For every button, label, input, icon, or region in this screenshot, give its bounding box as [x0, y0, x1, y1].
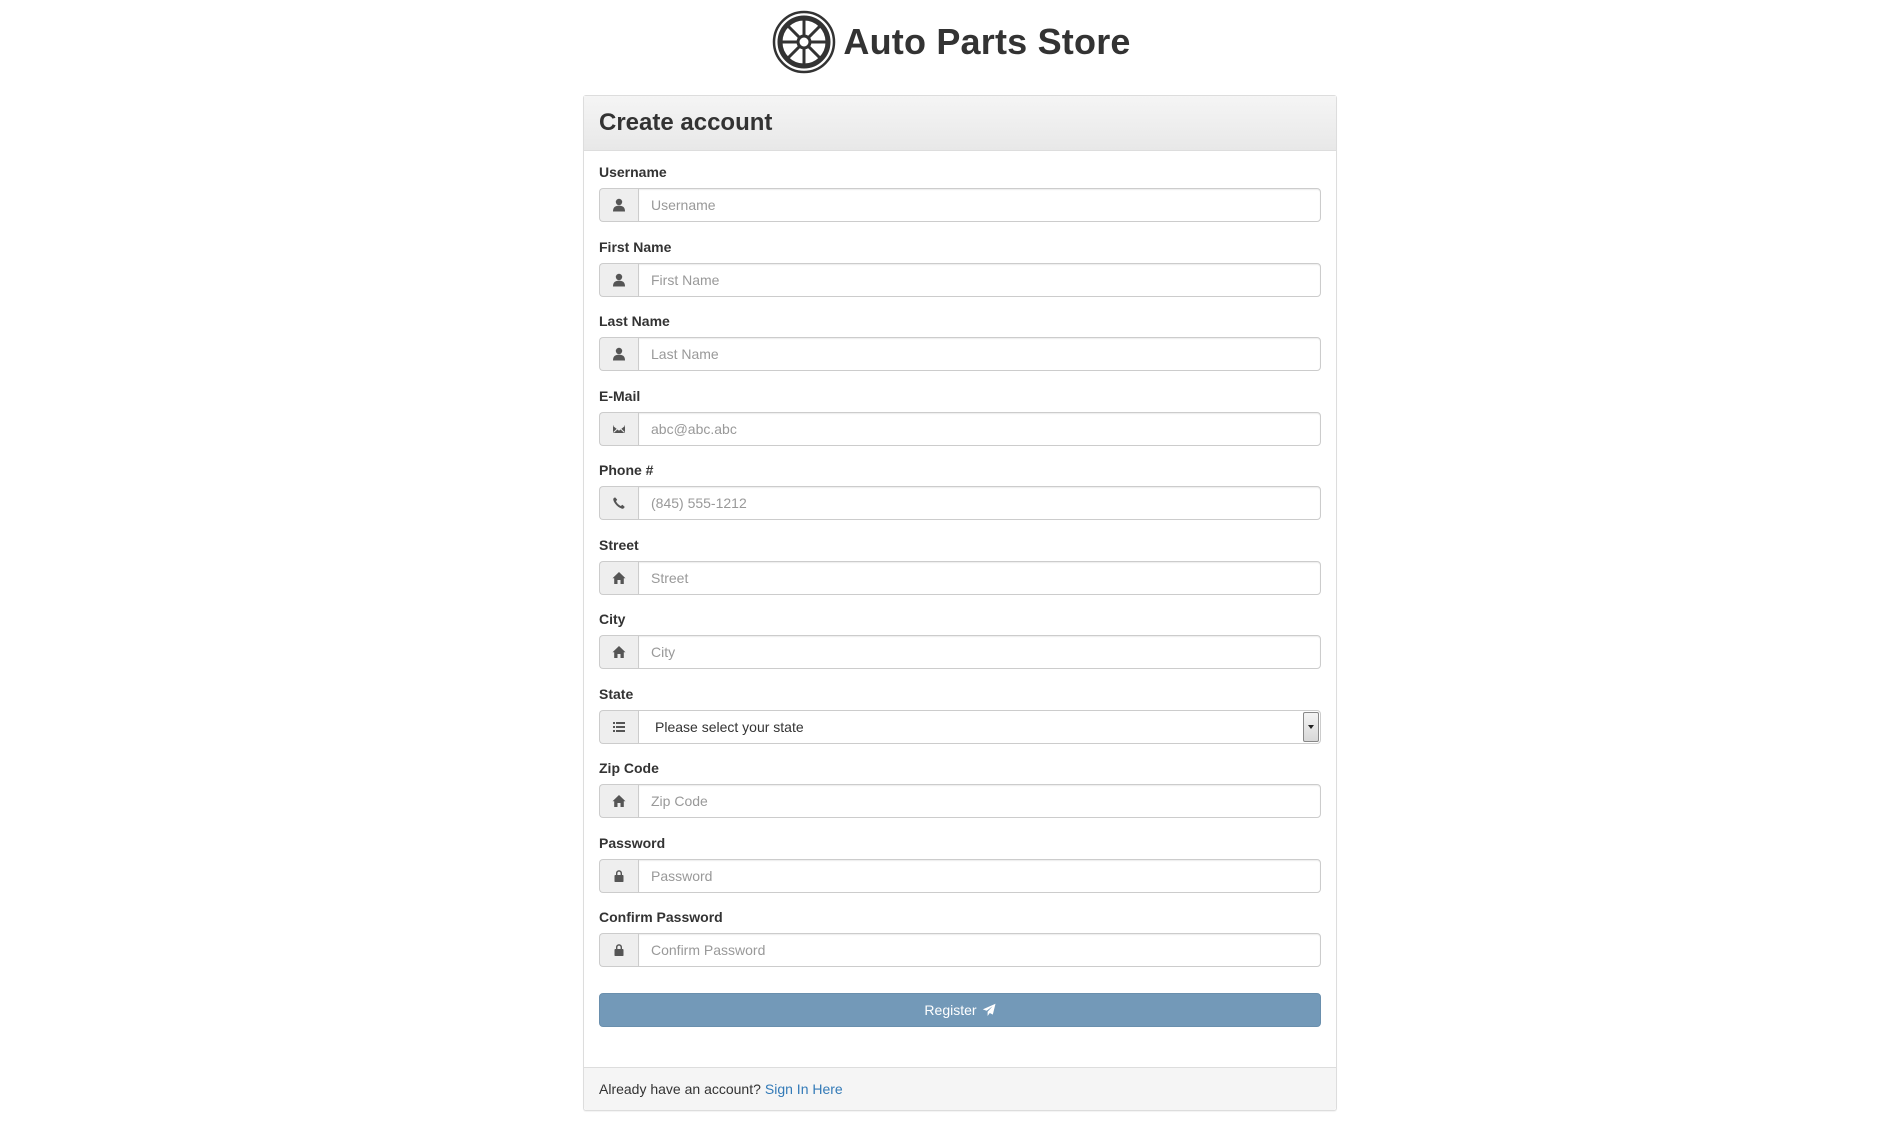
- password-input[interactable]: [638, 858, 1321, 893]
- wheel-icon: [773, 10, 836, 74]
- street-group: Street: [599, 536, 1321, 613]
- city-label: City: [599, 611, 626, 627]
- zip-group: Zip Code: [599, 761, 1321, 836]
- user-icon: [599, 188, 638, 222]
- list-icon: [599, 709, 638, 744]
- email-input[interactable]: [638, 411, 1321, 446]
- lock-icon: [599, 858, 638, 893]
- user-icon: [599, 262, 638, 297]
- street-label: Street: [599, 536, 639, 553]
- panel-heading: Create account: [584, 96, 1336, 151]
- state-label: State: [599, 685, 634, 702]
- panel-footer: Already have an account? Sign In Here: [584, 1067, 1336, 1110]
- confirm-password-group: Confirm Password: [599, 910, 1321, 985]
- panel-title: Create account: [599, 109, 773, 136]
- state-select[interactable]: Please select your state: [638, 709, 1321, 744]
- home-icon: [599, 560, 638, 595]
- zip-label: Zip Code: [599, 760, 659, 776]
- password-group: Password: [599, 834, 1321, 911]
- lock-icon: [599, 933, 638, 967]
- username-group: Username: [599, 165, 1321, 240]
- first-name-input[interactable]: [638, 262, 1321, 297]
- username-label: Username: [599, 164, 667, 180]
- state-select-value: Please select your state: [655, 718, 804, 735]
- state-group: State Please select your state: [599, 685, 1321, 762]
- last-name-input[interactable]: [638, 337, 1321, 371]
- email-label: E-Mail: [599, 387, 641, 404]
- chevron-down-icon[interactable]: [1303, 711, 1319, 742]
- phone-group: Phone #: [599, 463, 1321, 538]
- first-name-group: First Name: [599, 238, 1321, 315]
- sign-in-link[interactable]: Sign In Here: [765, 1081, 843, 1097]
- register-button[interactable]: Register: [599, 992, 1321, 1027]
- envelope-icon: [599, 411, 638, 446]
- confirm-password-label: Confirm Password: [599, 909, 723, 925]
- home-icon: [599, 635, 638, 669]
- phone-input[interactable]: [638, 486, 1321, 520]
- footer-text: Already have an account?: [599, 1081, 761, 1097]
- first-name-label: First Name: [599, 238, 672, 255]
- street-input[interactable]: [638, 560, 1321, 595]
- city-input[interactable]: [638, 635, 1321, 669]
- password-label: Password: [599, 834, 666, 851]
- last-name-label: Last Name: [599, 313, 670, 329]
- brand-header: Auto Parts Store: [0, 10, 1903, 74]
- create-account-panel: Create account Username First Name Last …: [583, 95, 1337, 1111]
- home-icon: [599, 784, 638, 818]
- username-input[interactable]: [638, 188, 1321, 222]
- user-icon: [599, 337, 638, 371]
- email-group: E-Mail: [599, 387, 1321, 464]
- register-label: Register: [924, 1001, 977, 1018]
- last-name-group: Last Name: [599, 314, 1321, 389]
- store-name: Auto Parts Store: [843, 21, 1131, 62]
- send-icon: [982, 1003, 996, 1016]
- zip-input[interactable]: [638, 784, 1321, 818]
- phone-label: Phone #: [599, 462, 654, 478]
- phone-icon: [599, 486, 638, 520]
- registration-form: Username First Name Last Name: [584, 151, 1336, 1027]
- city-group: City: [599, 612, 1321, 687]
- confirm-password-input[interactable]: [638, 933, 1321, 967]
